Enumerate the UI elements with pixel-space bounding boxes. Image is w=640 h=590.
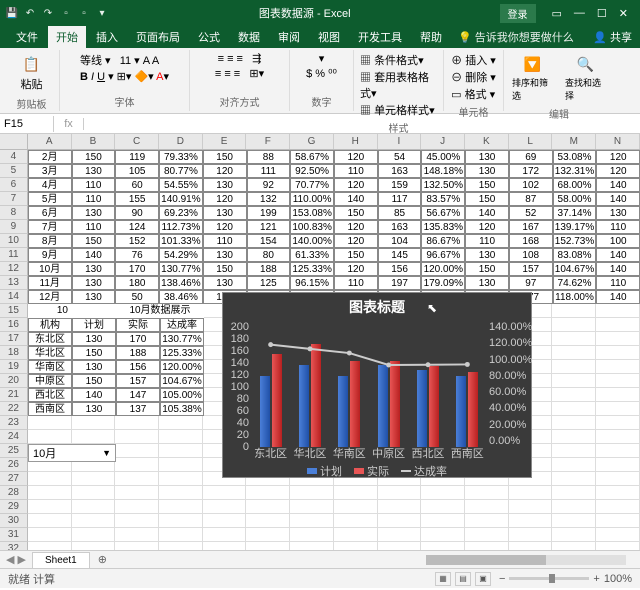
col-header[interactable]: D <box>159 134 203 149</box>
ribbon: 📋粘贴 剪贴板 等线 ▾ 11 ▾ A A B I U ▾ ⊞▾ 🔶▾ A▾ 字… <box>0 48 640 114</box>
cond-format[interactable]: ▦ 条件格式▾ <box>360 52 424 68</box>
redo-icon[interactable]: ↷ <box>40 5 56 21</box>
tab-help[interactable]: 帮助 <box>412 26 450 48</box>
col-header[interactable]: G <box>290 134 334 149</box>
tab-formula[interactable]: 公式 <box>190 26 228 48</box>
col-header[interactable]: J <box>421 134 465 149</box>
chart-legend: 计划 实际 达成率 <box>223 461 531 481</box>
tab-dev[interactable]: 开发工具 <box>350 26 410 48</box>
col-header[interactable]: B <box>72 134 116 149</box>
tell-me[interactable]: 💡 告诉我你想要做什么 <box>452 26 580 48</box>
corner-val: 10 <box>28 304 72 318</box>
group-label: 剪贴板 <box>17 94 47 111</box>
tab-home[interactable]: 开始 <box>48 26 86 48</box>
maximize-icon[interactable]: ☐ <box>597 7 607 20</box>
col-header[interactable]: N <box>596 134 640 149</box>
col-header[interactable]: H <box>334 134 378 149</box>
status-bar: 就绪 计算 ▦▤▣ −+ 100% <box>0 568 640 588</box>
zoom-control[interactable]: −+ 100% <box>499 573 632 585</box>
status-text: 就绪 计算 <box>8 571 55 587</box>
worksheet-grid[interactable]: ABCDEFGHIJKLMN 42月15011979.33%1508858.67… <box>0 134 640 568</box>
cursor-icon: ⬉ <box>427 301 437 315</box>
title-bar: 💾 ↶ ↷ ▫ ▫ ▾ 图表数据源 - Excel 登录 ▭ — ☐ ✕ <box>0 0 640 26</box>
login-button[interactable]: 登录 <box>500 4 536 23</box>
tab-data[interactable]: 数据 <box>230 26 268 48</box>
find-select[interactable]: 🔍查找和选择 <box>563 52 608 104</box>
ribbon-tabs: 文件 开始 插入 页面布局 公式 数据 审阅 视图 开发工具 帮助 💡 告诉我你… <box>0 26 640 48</box>
window-controls: ▭ — ☐ ✕ <box>544 7 637 20</box>
quick-access-toolbar: 💾 ↶ ↷ ▫ ▫ ▾ <box>4 5 110 21</box>
view-buttons[interactable]: ▦▤▣ <box>435 572 491 586</box>
month-dropdown[interactable]: 10月 ▼ <box>28 444 116 462</box>
group-label: 单元格 <box>459 102 489 119</box>
minimize-icon[interactable]: — <box>574 7 585 20</box>
tab-file[interactable]: 文件 <box>8 26 46 48</box>
group-label: 编辑 <box>549 104 569 121</box>
select-all-corner[interactable] <box>0 134 28 149</box>
cell-style[interactable]: ▦ 单元格样式▾ <box>360 102 435 118</box>
fx-button[interactable]: fx <box>54 118 84 130</box>
qat-dropdown-icon[interactable]: ▾ <box>94 5 110 21</box>
table-format[interactable]: ▦ 套用表格格式▾ <box>360 69 437 101</box>
col-header[interactable]: K <box>465 134 509 149</box>
add-sheet-icon[interactable]: ⊕ <box>90 553 115 566</box>
group-label: 数字 <box>312 92 332 109</box>
ribbon-options-icon[interactable]: ▭ <box>552 7 562 20</box>
summary-table: 10 10月数据展示 机构计划实际达成率东北区130170130.77%华北区1… <box>28 304 204 416</box>
chevron-down-icon: ▼ <box>102 448 111 458</box>
qat-icon[interactable]: ▫ <box>58 5 74 21</box>
zoom-level: 100% <box>604 573 632 585</box>
column-headers: ABCDEFGHIJKLMN <box>0 134 640 150</box>
col-header[interactable]: F <box>246 134 290 149</box>
hscrollbar[interactable] <box>426 555 626 565</box>
window-title: 图表数据源 - Excel <box>110 5 500 21</box>
embedded-chart[interactable]: 图表标题 ⬉ 200180160140120100806040200 140.0… <box>222 292 532 478</box>
tab-insert[interactable]: 插入 <box>88 26 126 48</box>
tab-layout[interactable]: 页面布局 <box>128 26 188 48</box>
mini-title: 10月数据展示 <box>116 304 204 318</box>
chart-title: 图表标题 <box>223 293 531 321</box>
paste-button[interactable]: 📋粘贴 <box>19 52 45 94</box>
dropdown-value: 10月 <box>33 445 56 461</box>
tab-view[interactable]: 视图 <box>310 26 348 48</box>
name-box[interactable]: F15 <box>0 116 54 132</box>
sheet-tabs: ◀ ▶ Sheet1 ⊕ <box>0 550 640 568</box>
save-icon[interactable]: 💾 <box>4 5 20 21</box>
col-header[interactable]: C <box>115 134 159 149</box>
col-header[interactable]: E <box>203 134 247 149</box>
col-header[interactable]: L <box>509 134 553 149</box>
tab-review[interactable]: 审阅 <box>270 26 308 48</box>
group-label: 对齐方式 <box>220 92 260 109</box>
col-header[interactable]: A <box>28 134 72 149</box>
qat-icon[interactable]: ▫ <box>76 5 92 21</box>
insert-btn[interactable]: ⊕ 插入 ▾ <box>451 52 496 68</box>
sheet-tab[interactable]: Sheet1 <box>32 552 90 568</box>
undo-icon[interactable]: ↶ <box>22 5 38 21</box>
formula-bar: F15 fx <box>0 114 640 134</box>
sort-filter[interactable]: 🔽排序和筛选 <box>510 52 555 104</box>
col-header[interactable]: M <box>552 134 596 149</box>
formula-input[interactable] <box>84 122 640 126</box>
format-btn[interactable]: ▭ 格式 ▾ <box>451 86 495 102</box>
share-button[interactable]: 👤 共享 <box>585 26 640 48</box>
delete-btn[interactable]: ⊖ 删除 ▾ <box>451 69 496 85</box>
sheet-nav[interactable]: ◀ ▶ <box>0 553 32 566</box>
col-header[interactable]: I <box>378 134 422 149</box>
close-icon[interactable]: ✕ <box>619 7 628 20</box>
group-label: 字体 <box>115 92 135 109</box>
